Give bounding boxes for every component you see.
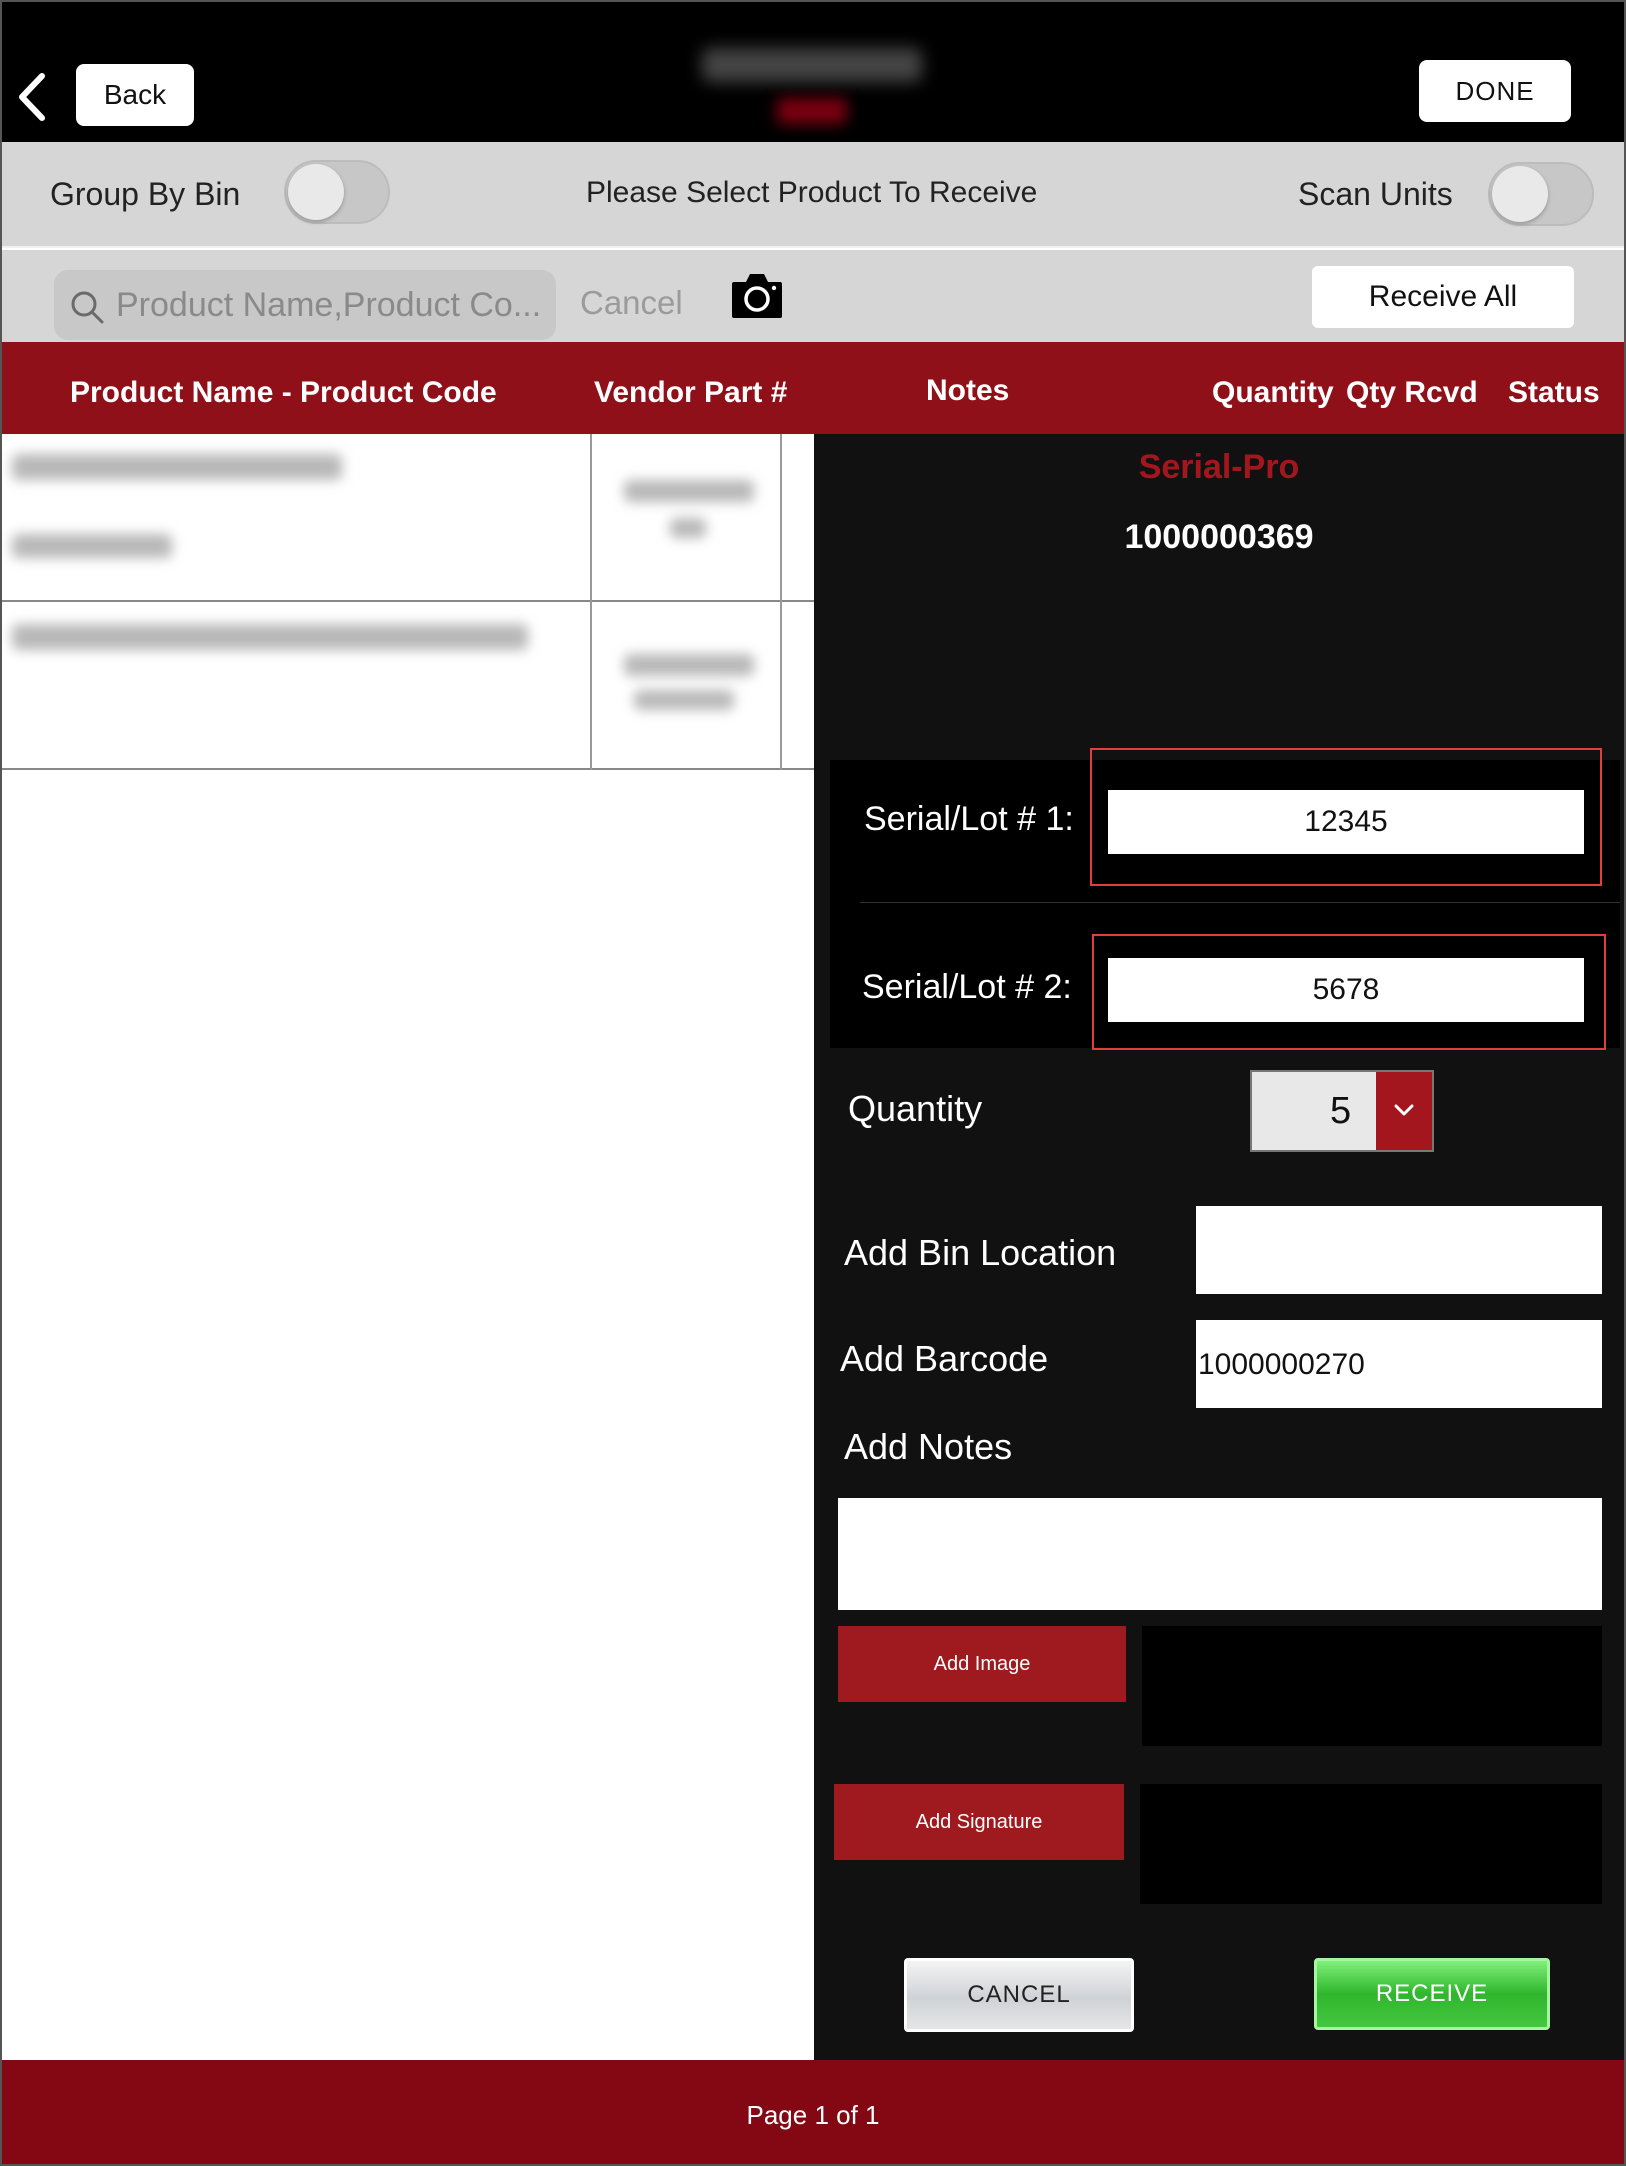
quantity-label: Quantity: [848, 1088, 983, 1129]
toggle-knob: [1492, 166, 1548, 222]
quantity-select[interactable]: 5: [1250, 1070, 1434, 1152]
search-cancel-button[interactable]: Cancel: [580, 284, 683, 322]
cancel-button[interactable]: CANCEL: [904, 1958, 1134, 2032]
bin-location-label: Add Bin Location: [844, 1232, 1117, 1273]
product-name-redacted: [12, 454, 342, 480]
search-input[interactable]: Product Name,Product Co...: [54, 270, 556, 340]
add-image-button[interactable]: Add Image: [838, 1626, 1126, 1702]
scan-units-toggle[interactable]: [1488, 162, 1594, 226]
toggle-knob: [288, 164, 344, 220]
column-header-qty-rcvd[interactable]: Qty Rcvd: [1346, 376, 1478, 410]
barcode-input[interactable]: 1000000270: [1196, 1320, 1602, 1408]
vendor-part-redacted: [670, 518, 706, 538]
image-preview-area: [1142, 1626, 1602, 1746]
pagination-footer: Page 1 of 1: [2, 2060, 1624, 2164]
column-header-status[interactable]: Status: [1508, 376, 1600, 410]
serial-2-field[interactable]: 5678: [1108, 958, 1584, 1022]
serial-2-label: Serial/Lot # 2:: [862, 968, 1072, 1006]
po-subtitle-redacted: [777, 98, 847, 124]
column-header-product[interactable]: Product Name - Product Code: [70, 376, 497, 410]
quantity-value: 5: [1330, 1090, 1352, 1132]
product-name-redacted: [12, 624, 528, 650]
column-header-notes[interactable]: Notes: [926, 374, 1009, 408]
column-header-quantity[interactable]: Quantity: [1212, 376, 1334, 410]
instruction-text: Please Select Product To Receive: [586, 176, 1038, 209]
receive-all-button[interactable]: Receive All: [1312, 266, 1574, 328]
back-button[interactable]: Back: [76, 64, 194, 126]
barcode-label: Add Barcode: [840, 1338, 1049, 1379]
table-header: Product Name - Product Code Vendor Part …: [2, 342, 1624, 434]
table-row[interactable]: [2, 602, 814, 770]
receive-button[interactable]: RECEIVE: [1314, 1958, 1550, 2030]
product-code-redacted: [12, 534, 172, 558]
done-button[interactable]: DONE: [1419, 60, 1571, 122]
table-row[interactable]: [2, 434, 814, 602]
group-by-bin-toggle[interactable]: [284, 160, 390, 224]
scan-units-label: Scan Units: [1298, 176, 1453, 212]
receive-detail-panel: Serial-Pro 1000000369 Serial/Lot # 1: 12…: [814, 434, 1624, 2060]
chevron-down-icon: [1394, 1104, 1414, 1116]
options-bar: Group By Bin Please Select Product To Re…: [2, 142, 1624, 248]
search-icon: [71, 291, 104, 324]
add-signature-button[interactable]: Add Signature: [834, 1784, 1124, 1860]
product-code: 1000000369: [1124, 518, 1314, 556]
group-by-bin-label: Group By Bin: [50, 176, 241, 212]
quantity-dropdown-toggle[interactable]: [1376, 1072, 1432, 1150]
notes-label: Add Notes: [844, 1426, 1013, 1467]
vendor-part-redacted: [624, 480, 754, 502]
column-divider: [780, 434, 782, 770]
app-window: Back DONE Group By Bin Please Select Pro…: [2, 2, 1624, 2164]
column-header-vendor-part[interactable]: Vendor Part #: [594, 376, 787, 410]
vendor-part-redacted: [634, 690, 734, 710]
top-nav-bar: Back DONE: [2, 2, 1624, 142]
serial-1-label: Serial/Lot # 1:: [864, 800, 1074, 838]
chevron-left-icon[interactable]: [16, 72, 48, 122]
page-indicator: Page 1 of 1: [746, 2100, 880, 2130]
vendor-part-redacted: [624, 654, 754, 676]
search-bar-row: Product Name,Product Co... Cancel Receiv…: [2, 250, 1624, 342]
po-title-redacted: [702, 48, 922, 82]
notes-textarea[interactable]: [838, 1498, 1602, 1610]
serial-1-field[interactable]: 12345: [1108, 790, 1584, 854]
signature-preview-area: [1140, 1784, 1602, 1904]
product-table: [2, 434, 814, 770]
bin-location-input[interactable]: [1196, 1206, 1602, 1294]
divider: [860, 902, 1620, 903]
product-name: Serial-Pro: [1138, 448, 1300, 486]
camera-icon[interactable]: [730, 270, 784, 320]
column-divider: [590, 434, 592, 770]
search-placeholder: Product Name,Product Co...: [116, 286, 542, 324]
